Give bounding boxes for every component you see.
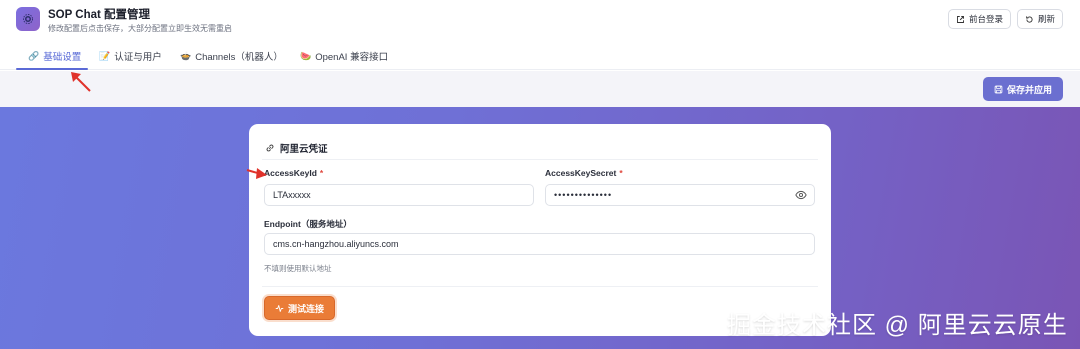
activity-icon	[275, 304, 284, 312]
watermelon-icon: 🍉	[300, 50, 312, 61]
tab-label: 基础设置	[43, 52, 82, 63]
divider	[262, 286, 818, 287]
divider	[262, 159, 818, 160]
access-key-secret-label: AccessKeySecret *	[545, 168, 623, 178]
card-title-text: 阿里云凭证	[280, 144, 328, 155]
tab-auth-users[interactable]: 📝 认证与用户	[99, 49, 162, 64]
required-mark: *	[619, 168, 623, 178]
endpoint-input[interactable]: cms.cn-hangzhou.aliyuncs.com	[264, 233, 815, 255]
save-apply-button[interactable]: 保存并应用	[983, 77, 1063, 101]
required-mark: *	[319, 168, 324, 178]
card-title: 阿里云凭证	[265, 141, 328, 155]
access-key-secret-input[interactable]: ••••••••••••••	[545, 184, 815, 206]
tab-label: Channels（机器人）	[195, 52, 283, 63]
tab-channels[interactable]: 🍲 Channels（机器人）	[180, 49, 283, 64]
access-key-id-label: AccessKeyId *	[264, 168, 323, 178]
app-subtitle: 修改配置后点击保存，大部分配置立即生效无需重启	[48, 24, 232, 33]
test-connection-button[interactable]: 测试连接	[264, 296, 335, 320]
endpoint-hint: 不填则使用默认地址	[264, 264, 332, 273]
tab-openai-compat[interactable]: 🍉 OpenAI 兼容接口	[300, 49, 389, 64]
pot-icon: 🍲	[180, 50, 192, 61]
gear-icon	[23, 14, 33, 24]
link-icon: 🔗	[28, 50, 40, 61]
toolbar	[0, 71, 1080, 107]
frontend-login-button[interactable]: 前台登录	[948, 9, 1012, 29]
test-connection-label: 测试连接	[287, 303, 324, 314]
label-text: AccessKeyId	[264, 168, 317, 178]
access-key-id-input[interactable]: LTAxxxxx	[264, 184, 534, 206]
refresh-icon	[1026, 15, 1033, 23]
memo-icon: 📝	[99, 50, 111, 61]
label-text: AccessKeySecret	[545, 168, 617, 178]
watermark: 掘金技术社区 @ 阿里云云原生	[727, 312, 1068, 339]
save-icon	[994, 85, 1003, 93]
refresh-button[interactable]: 刷新	[1017, 9, 1064, 29]
eye-icon[interactable]	[795, 189, 807, 201]
annotation-arrow-icon	[71, 72, 91, 92]
link-icon	[266, 144, 274, 152]
frontend-login-label: 前台登录	[969, 14, 1004, 24]
app-logo	[16, 7, 40, 31]
app-title: SOP Chat 配置管理	[48, 9, 151, 21]
tab-label: 认证与用户	[114, 52, 162, 63]
tab-bar	[0, 40, 1080, 70]
tab-label: OpenAI 兼容接口	[315, 52, 389, 63]
external-link-icon	[957, 15, 964, 23]
annotation-arrow-icon	[246, 168, 267, 179]
endpoint-label: Endpoint（服务地址）	[264, 219, 352, 229]
refresh-label: 刷新	[1038, 14, 1056, 24]
save-apply-label: 保存并应用	[1006, 84, 1052, 95]
app-header	[0, 0, 1080, 40]
tab-basic-settings[interactable]: 🔗 基础设置	[28, 49, 82, 64]
